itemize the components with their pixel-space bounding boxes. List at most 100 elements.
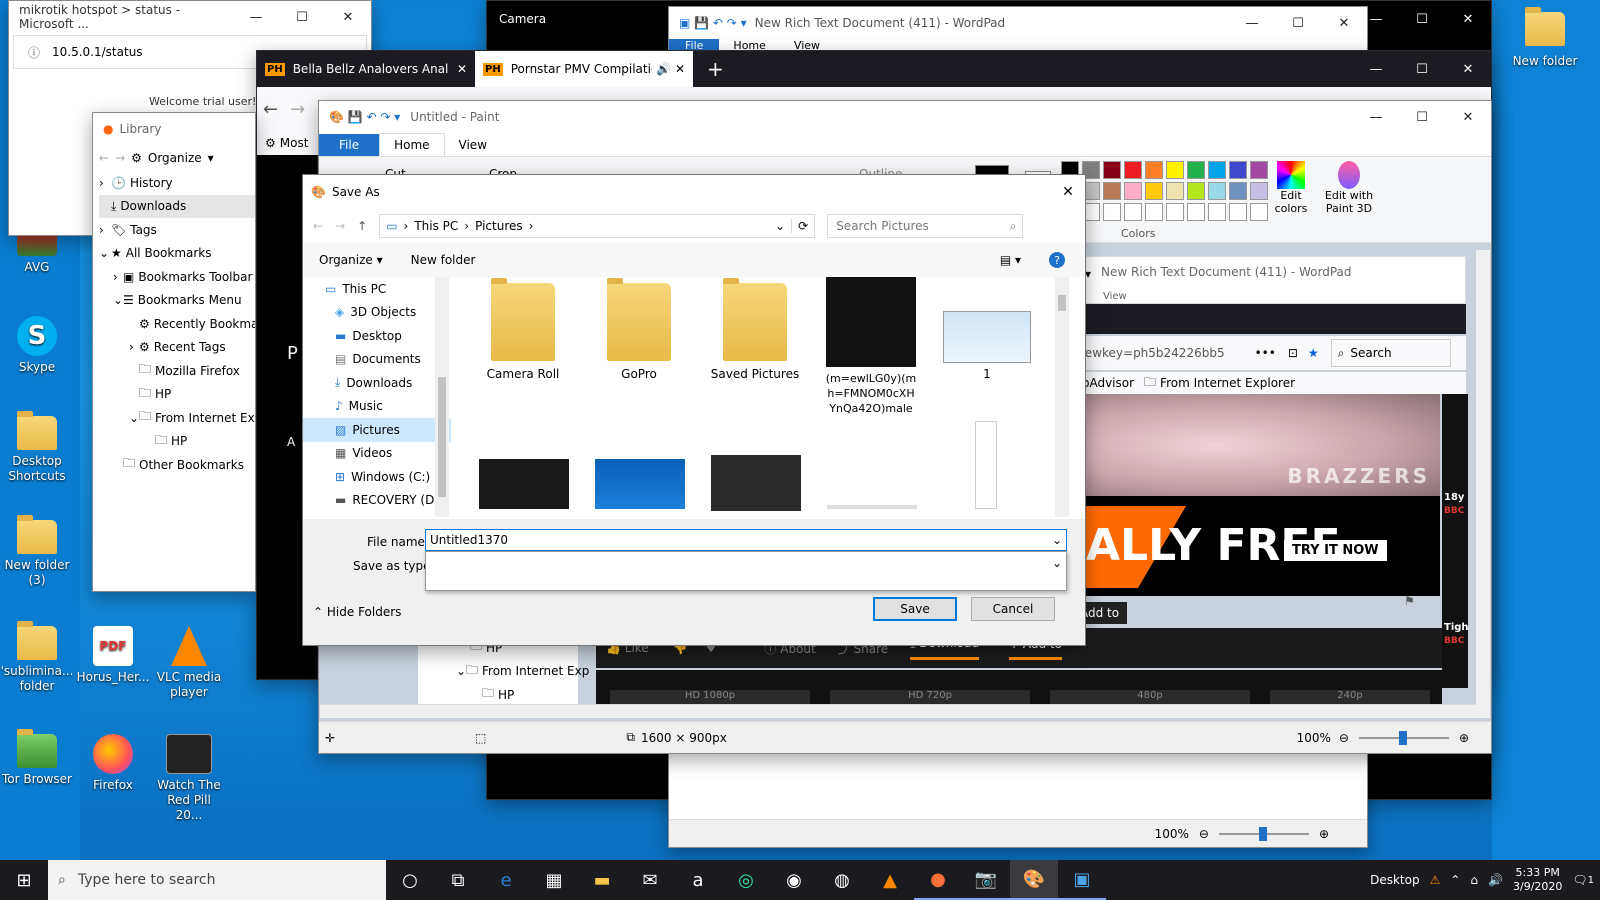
edge-taskbar-icon[interactable]: e bbox=[482, 860, 530, 900]
palette-custom-slot[interactable] bbox=[1187, 203, 1205, 221]
taskbar-desktop-label[interactable]: Desktop bbox=[1370, 873, 1420, 887]
nav-this-pc[interactable]: ▭ This PC bbox=[303, 277, 451, 301]
vlc-taskbar-icon[interactable]: ▲ bbox=[866, 860, 914, 900]
firefox-close-button[interactable]: ✕ bbox=[1445, 53, 1491, 85]
tripadvisor-icon[interactable]: ◎ bbox=[722, 860, 770, 900]
address-bar[interactable]: ▭ › This PC › Pictures › ⌄ ⟳ bbox=[379, 214, 816, 238]
paint-minimize-button[interactable]: — bbox=[1353, 101, 1399, 133]
tab-close-icon[interactable]: ✕ bbox=[457, 62, 467, 76]
file-name-input[interactable]: Untitled1370 ⌄ bbox=[425, 529, 1067, 551]
nav-3d-objects[interactable]: ◈ 3D Objects bbox=[303, 301, 451, 325]
edge-maximize-button[interactable]: ☐ bbox=[279, 1, 325, 33]
desktop-icon-tor[interactable]: Tor Browser bbox=[0, 729, 74, 787]
wordpad-maximize-button[interactable]: ☐ bbox=[1275, 7, 1321, 39]
new-folder-button[interactable]: New folder bbox=[411, 253, 476, 267]
file-1[interactable]: 1 bbox=[929, 311, 1045, 381]
quality-240[interactable]: 240p bbox=[1270, 690, 1430, 704]
organize-button[interactable]: Organize ▾ bbox=[319, 253, 383, 267]
nav-downloads[interactable]: ⤓ Downloads bbox=[303, 371, 451, 395]
library-item-downloads[interactable]: ⤓ Downloads bbox=[99, 194, 255, 218]
nav-videos[interactable]: ▦ Videos bbox=[303, 442, 451, 466]
desktop-icon-avg[interactable]: AVG bbox=[0, 232, 74, 275]
paint-taskbar-icon[interactable]: 🎨 bbox=[1010, 860, 1058, 900]
wordpad-taskbar-icon[interactable]: ▣ bbox=[1058, 860, 1106, 900]
tab-close-icon[interactable]: ✕ bbox=[675, 62, 685, 76]
network-icon[interactable]: ⌂ bbox=[1470, 873, 1478, 887]
edge-close-button[interactable]: ✕ bbox=[325, 1, 371, 33]
nav-music[interactable]: ♪ Music bbox=[303, 395, 451, 419]
file-male-avatar[interactable]: (m=ewlLG0y)(m h=FMNOM0cXH YnQa42O)male bbox=[813, 277, 929, 416]
palette-swatch[interactable] bbox=[1250, 182, 1268, 200]
help-icon[interactable]: ? bbox=[1049, 252, 1065, 268]
file-camera-roll[interactable]: Camera Roll bbox=[465, 278, 581, 381]
library-item-all-bookmarks[interactable]: ⌄ ★ All Bookmarks bbox=[99, 242, 255, 266]
file-thumb-row2-5[interactable] bbox=[975, 421, 997, 509]
paint-tab-home[interactable]: Home bbox=[379, 133, 445, 156]
zoom-out-icon[interactable]: ⊖ bbox=[1339, 731, 1349, 745]
paint-tab-file[interactable]: File bbox=[319, 133, 380, 156]
paint-tab-view[interactable]: View bbox=[445, 134, 501, 156]
chevron-down-icon[interactable]: ⌄ bbox=[1052, 533, 1062, 547]
desktop-icon-new-folder-3[interactable]: New folder (3) bbox=[0, 515, 74, 588]
quality-1080[interactable]: HD 1080p bbox=[610, 690, 810, 704]
back-arrow-icon[interactable]: ← bbox=[99, 151, 109, 165]
palette-swatch[interactable] bbox=[1124, 182, 1142, 200]
search-pictures-input[interactable]: Search Pictures ⌕ bbox=[827, 214, 1024, 238]
paint-zoom-slider[interactable] bbox=[1358, 730, 1449, 745]
hide-folders-button[interactable]: ⌃ Hide Folders bbox=[313, 605, 401, 619]
mail-icon[interactable]: ✉ bbox=[626, 860, 674, 900]
camera-close-button[interactable]: ✕ bbox=[1445, 3, 1491, 35]
pocket-icon[interactable]: ⊡ bbox=[1288, 346, 1298, 360]
try-it-now-button[interactable]: TRY IT NOW bbox=[1284, 540, 1387, 561]
back-arrow-icon[interactable]: ← bbox=[263, 99, 278, 120]
back-arrow-icon[interactable]: ← bbox=[313, 219, 323, 233]
library-item-hp[interactable]: 🗀 HP bbox=[99, 383, 255, 407]
library-item-bookmarks-menu[interactable]: ⌄ ☰ Bookmarks Menu bbox=[99, 289, 255, 313]
palette-custom-slot[interactable] bbox=[1103, 203, 1121, 221]
library-item-mozilla-firefox[interactable]: 🗀 Mozilla Firefox bbox=[99, 359, 255, 383]
zoom-slider[interactable] bbox=[1218, 826, 1309, 841]
desktop-icon-shortcuts[interactable]: Desktop Shortcuts bbox=[0, 411, 74, 484]
palette-custom-slot[interactable] bbox=[1250, 203, 1268, 221]
desktop-icon-subliminal[interactable]: 'sublimina... folder bbox=[0, 621, 74, 694]
firefox-taskbar-icon[interactable]: ● bbox=[914, 860, 962, 900]
paint-close-button[interactable]: ✕ bbox=[1445, 101, 1491, 133]
palette-swatch[interactable] bbox=[1145, 161, 1163, 179]
wordpad-minimize-button[interactable]: — bbox=[1229, 7, 1275, 39]
firefox-tab-2[interactable]: PH Pornstar PMV Compilation 🔊 ✕ bbox=[475, 51, 693, 87]
paint-vscrollbar[interactable] bbox=[1476, 250, 1490, 706]
store-icon[interactable]: ▦ bbox=[530, 860, 578, 900]
files-scrollbar[interactable] bbox=[1055, 277, 1069, 517]
camera-taskbar-icon[interactable]: 📷 bbox=[962, 860, 1010, 900]
quality-720[interactable]: HD 720p bbox=[830, 690, 1030, 704]
firefox-maximize-button[interactable]: ☐ bbox=[1399, 53, 1445, 85]
paint-maximize-button[interactable]: ☐ bbox=[1399, 101, 1445, 133]
palette-swatch[interactable] bbox=[1229, 182, 1247, 200]
edge-minimize-button[interactable]: — bbox=[233, 1, 279, 33]
forward-arrow-icon[interactable]: → bbox=[335, 219, 345, 233]
start-button[interactable]: ⊞ bbox=[0, 860, 48, 900]
paint-edit-colors-button[interactable]: Edit colors bbox=[1271, 161, 1311, 215]
notification-warning-icon[interactable]: ⚠ bbox=[1430, 873, 1441, 887]
palette-custom-slot[interactable] bbox=[1145, 203, 1163, 221]
file-saved-pictures[interactable]: Saved Pictures bbox=[697, 278, 813, 381]
palette-swatch[interactable] bbox=[1208, 161, 1226, 179]
nav-documents[interactable]: ▤ Documents bbox=[303, 348, 451, 372]
desktop-icon-vlc[interactable]: VLC media player bbox=[152, 626, 226, 700]
forward-arrow-icon[interactable]: → bbox=[115, 151, 125, 165]
bookmark-from-ie[interactable]: From Internet Explorer bbox=[1160, 376, 1295, 390]
desktop-icon-new-folder[interactable]: New folder bbox=[1508, 7, 1582, 69]
amazon-icon[interactable]: a bbox=[674, 860, 722, 900]
camera-app-icon[interactable]: ◉ bbox=[770, 860, 818, 900]
file-explorer-icon[interactable]: ▬ bbox=[578, 860, 626, 900]
clock[interactable]: 5:33 PM 3/9/2020 bbox=[1513, 866, 1562, 894]
palette-swatch[interactable] bbox=[1229, 161, 1247, 179]
task-view-icon[interactable]: ⧉ bbox=[434, 860, 482, 900]
wordpad-close-button[interactable]: ✕ bbox=[1321, 7, 1367, 39]
palette-custom-slot[interactable] bbox=[1124, 203, 1142, 221]
palette-swatch[interactable] bbox=[1166, 161, 1184, 179]
view-options-icon[interactable]: ▤ ▾ bbox=[1000, 253, 1021, 267]
zoom-in-icon[interactable]: ⊕ bbox=[1459, 731, 1469, 745]
palette-swatch[interactable] bbox=[1145, 182, 1163, 200]
star-icon[interactable]: ★ bbox=[1308, 346, 1319, 360]
